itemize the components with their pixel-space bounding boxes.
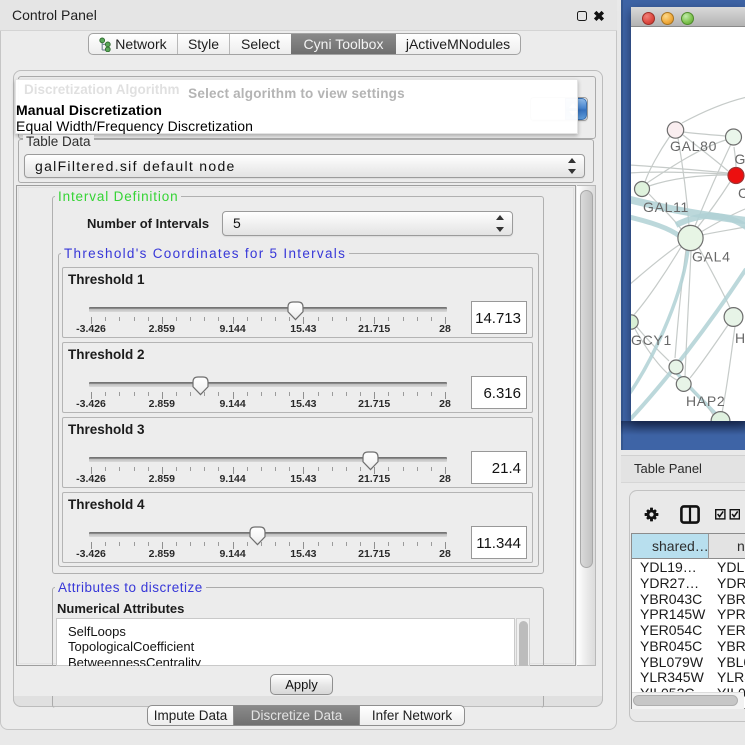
- svg-text:GAL80: GAL80: [670, 138, 717, 154]
- svg-text:GCY1: GCY1: [631, 332, 672, 348]
- svg-text:HAP2: HAP2: [686, 393, 725, 409]
- svg-text:GAL11: GAL11: [643, 199, 689, 215]
- svg-text:GAL4: GAL4: [692, 249, 731, 265]
- svg-text:C: C: [738, 185, 745, 201]
- svg-text:H: H: [735, 330, 745, 346]
- svg-text:GA: GA: [735, 151, 745, 167]
